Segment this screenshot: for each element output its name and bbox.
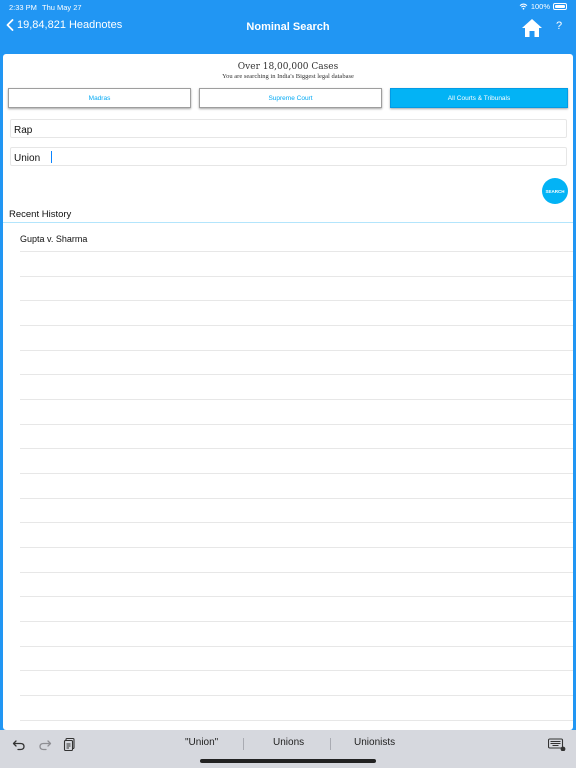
list-rule bbox=[20, 424, 573, 425]
court-button-madras[interactable]: Madras bbox=[8, 88, 191, 108]
list-rule bbox=[20, 374, 573, 375]
status-right: 100% bbox=[519, 2, 567, 11]
party2-field bbox=[10, 147, 567, 167]
list-rule bbox=[20, 448, 573, 449]
back-button[interactable]: 19,84,821 Headnotes bbox=[6, 19, 122, 31]
list-rule bbox=[20, 276, 573, 277]
list-rule bbox=[20, 399, 573, 400]
list-rule bbox=[20, 720, 573, 721]
recent-divider bbox=[3, 222, 573, 223]
list-rule bbox=[20, 300, 573, 301]
list-rule bbox=[20, 498, 573, 499]
home-indicator bbox=[200, 759, 376, 763]
wifi-icon bbox=[519, 3, 528, 10]
party1-field bbox=[10, 119, 567, 139]
suggestion-item[interactable]: Unionists bbox=[354, 737, 395, 748]
home-icon[interactable] bbox=[521, 17, 543, 39]
nav-bar: 19,84,821 Headnotes Nominal Search ? bbox=[0, 14, 576, 42]
help-button[interactable]: ? bbox=[556, 20, 562, 32]
case-count-title: Over 18,00,000 Cases bbox=[237, 62, 339, 72]
recent-history-title: Recent History bbox=[9, 209, 72, 220]
list-rule bbox=[20, 596, 573, 597]
list-rule bbox=[20, 522, 573, 523]
keyboard-icon[interactable] bbox=[548, 737, 566, 751]
party1-input[interactable] bbox=[11, 122, 566, 139]
keyboard-suggestion-bar: "Union" Unions Unionists bbox=[0, 730, 576, 768]
undo-icon[interactable] bbox=[12, 737, 26, 751]
list-rule bbox=[20, 473, 573, 474]
suggestion-separator bbox=[243, 738, 244, 750]
court-button-supreme-court[interactable]: Supreme Court bbox=[199, 88, 382, 108]
suggestion-separator bbox=[330, 738, 331, 750]
text-caret bbox=[51, 151, 52, 163]
battery-percent: 100% bbox=[530, 2, 550, 11]
database-subtitle: You are searching in India's Biggest leg… bbox=[222, 73, 354, 80]
list-rule bbox=[20, 572, 573, 573]
back-label: 19,84,821 Headnotes bbox=[17, 19, 123, 31]
list-rule bbox=[20, 325, 573, 326]
party2-input[interactable] bbox=[11, 150, 566, 167]
chevron-left-icon bbox=[6, 19, 14, 31]
battery-icon bbox=[553, 3, 567, 10]
list-rule bbox=[20, 547, 573, 548]
suggestion-item[interactable]: "Union" bbox=[185, 737, 218, 748]
status-date: Thu May 27 bbox=[42, 3, 82, 12]
redo-icon[interactable] bbox=[38, 737, 52, 751]
paste-icon[interactable] bbox=[63, 737, 77, 751]
list-rule bbox=[20, 350, 573, 351]
list-rule bbox=[20, 251, 573, 252]
suggestion-item[interactable]: Unions bbox=[273, 737, 304, 748]
court-button-all-courts[interactable]: All Courts & Tribunals bbox=[390, 88, 568, 108]
search-button[interactable]: SEARCH bbox=[542, 178, 568, 204]
search-panel: Over 18,00,000 Cases You are searching i… bbox=[3, 54, 573, 730]
list-rule bbox=[20, 646, 573, 647]
list-rule bbox=[20, 670, 573, 671]
history-item[interactable]: Gupta v. Sharma bbox=[20, 234, 87, 244]
list-rule bbox=[20, 621, 573, 622]
status-bar: 2:33 PM Thu May 27 100% bbox=[0, 0, 576, 14]
list-rule bbox=[20, 695, 573, 696]
status-time: 2:33 PM bbox=[9, 3, 37, 12]
